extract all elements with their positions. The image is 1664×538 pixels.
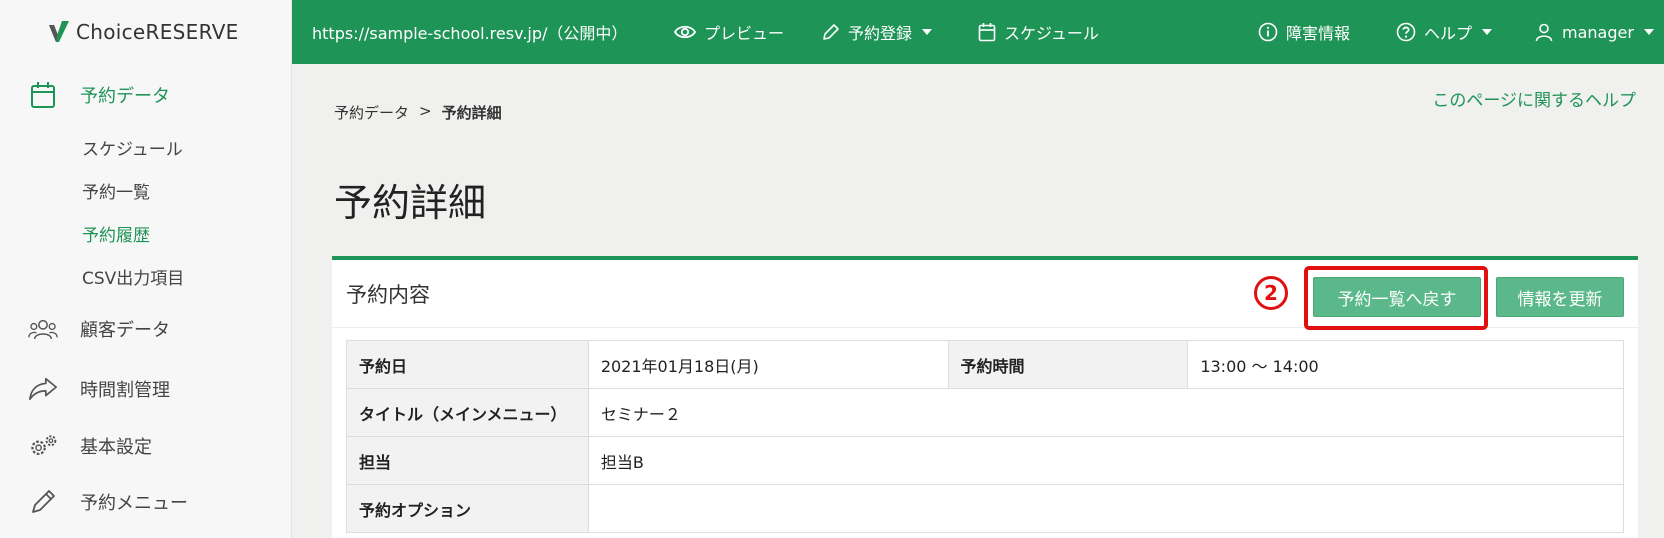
sidebar-item-customer-data[interactable]: 顧客データ xyxy=(0,298,291,360)
breadcrumb-separator: > xyxy=(419,102,432,120)
user-menu[interactable]: manager xyxy=(1534,22,1654,42)
sidebar-item-label: 時間割管理 xyxy=(80,380,170,401)
sidebar-item-reservation-menu[interactable]: 予約メニュー xyxy=(0,474,291,530)
outage-info-link[interactable]: 障害情報 xyxy=(1258,20,1350,44)
register-label: 予約登録 xyxy=(848,24,913,43)
sidebar-subitem-schedule[interactable]: スケジュール xyxy=(0,126,291,169)
sidebar-item-reservation-data[interactable]: 予約データ xyxy=(0,64,291,126)
sidebar-item-label: 予約データ xyxy=(80,86,170,107)
staff-value: 担当B xyxy=(587,436,1625,485)
update-info-button[interactable]: 情報を更新 xyxy=(1496,277,1624,317)
calendar-icon xyxy=(28,80,58,110)
preview-link[interactable]: プレビュー xyxy=(674,20,784,44)
help-label: ヘルプ xyxy=(1424,24,1473,43)
schedule-link[interactable]: スケジュール xyxy=(978,20,1099,44)
chevron-down-icon xyxy=(922,29,933,35)
info-icon xyxy=(1258,22,1278,42)
sidebar-item-basic-settings[interactable]: 基本設定 xyxy=(0,418,291,474)
option-value xyxy=(587,484,1625,533)
table-row: 予約日 2021年01月18日(月) 予約時間 13:00 〜 14:00 xyxy=(346,340,1624,389)
staff-label: 担当 xyxy=(346,436,589,485)
page-help-link[interactable]: このページに関するヘルプ xyxy=(1432,86,1636,111)
date-value: 2021年01月18日(月) xyxy=(587,340,949,389)
option-label: 予約オプション xyxy=(346,484,589,533)
main-content: 予約データ > 予約詳細 このページに関するヘルプ 予約詳細 予約内容 2 予約… xyxy=(292,64,1664,538)
reservation-details-table: 予約日 2021年01月18日(月) 予約時間 13:00 〜 14:00 タイ… xyxy=(346,340,1625,533)
sidebar-subitem-reservation-history[interactable]: 予約履歴 xyxy=(0,212,291,255)
chevron-down-icon xyxy=(1482,29,1493,35)
pencil-icon xyxy=(28,487,58,517)
chevron-down-icon xyxy=(1643,29,1654,35)
gears-icon xyxy=(28,431,58,461)
logo-text: ChoiceRESERVE xyxy=(76,20,239,44)
preview-label: プレビュー xyxy=(704,24,785,43)
register-dropdown[interactable]: 予約登録 xyxy=(822,20,933,44)
title-value: セミナー２ xyxy=(587,388,1625,437)
share-arrow-icon xyxy=(28,374,58,404)
table-row: 予約オプション xyxy=(346,484,1625,533)
sidebar-subitem-reservation-list[interactable]: 予約一覧 xyxy=(0,169,291,212)
user-icon xyxy=(1535,23,1553,42)
breadcrumb-parent[interactable]: 予約データ xyxy=(334,102,409,123)
page-title: 予約詳細 xyxy=(334,181,487,225)
logo-check-icon xyxy=(49,21,69,42)
logo[interactable]: ChoiceRESERVE xyxy=(0,0,291,64)
eye-icon xyxy=(674,25,696,39)
sidebar-item-label: 基本設定 xyxy=(80,437,152,458)
sidebar-subitem-csv-fields[interactable]: CSV出力項目 xyxy=(0,255,291,298)
user-name: manager xyxy=(1562,22,1634,42)
pencil-icon xyxy=(823,24,839,40)
back-to-list-button[interactable]: 予約一覧へ戻す xyxy=(1313,277,1481,317)
title-label: タイトル（メインメニュー） xyxy=(346,388,589,437)
question-icon xyxy=(1396,22,1416,42)
public-url-link[interactable]: https://sample-school.resv.jp/（公開中） xyxy=(312,20,627,44)
table-row: 担当 担当B xyxy=(346,436,1625,485)
calendar-icon xyxy=(978,23,996,42)
panel-title: 予約内容 xyxy=(346,282,430,307)
time-value: 13:00 〜 14:00 xyxy=(1187,340,1624,389)
panel-header: 予約内容 2 予約一覧へ戻す 情報を更新 xyxy=(332,260,1638,330)
users-icon xyxy=(28,314,58,344)
sidebar-item-label: 顧客データ xyxy=(80,320,170,341)
top-bar: https://sample-school.resv.jp/（公開中） プレビュ… xyxy=(292,0,1664,64)
breadcrumb-current: 予約詳細 xyxy=(441,104,502,122)
sidebar-item-label: 予約メニュー xyxy=(80,493,188,514)
outage-label: 障害情報 xyxy=(1286,24,1351,43)
date-label: 予約日 xyxy=(346,340,589,389)
annotation-number: 2 xyxy=(1254,276,1288,310)
sidebar-item-timetable[interactable]: 時間割管理 xyxy=(0,360,291,418)
breadcrumb: 予約データ > 予約詳細 xyxy=(334,102,502,123)
sidebar: ChoiceRESERVE 予約データ スケジュール 予約一覧 予約履歴 CSV… xyxy=(0,0,292,538)
table-row: タイトル（メインメニュー） セミナー２ xyxy=(346,388,1625,437)
reservation-panel: 予約内容 2 予約一覧へ戻す 情報を更新 予約日 2021年01月18日(月) … xyxy=(332,256,1638,538)
time-label: 予約時間 xyxy=(947,340,1189,389)
schedule-label: スケジュール xyxy=(1004,24,1099,43)
help-dropdown[interactable]: ヘルプ xyxy=(1396,20,1493,44)
